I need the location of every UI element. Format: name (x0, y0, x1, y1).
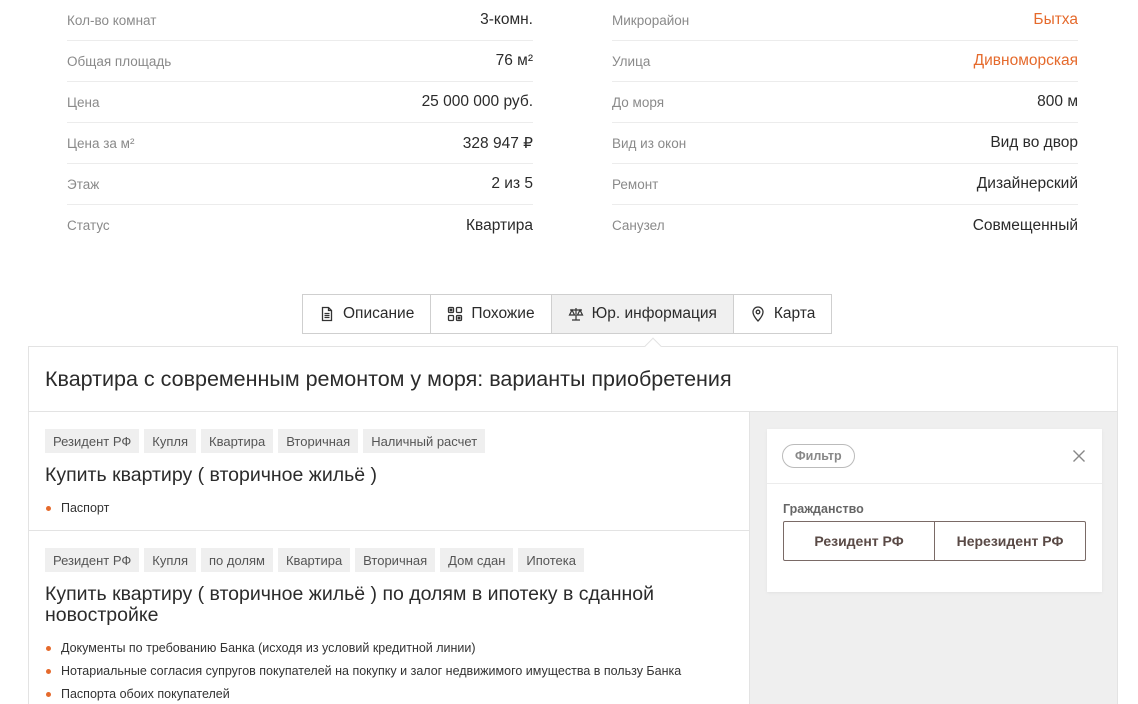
spec-label: Санузел (612, 218, 665, 233)
tag: Квартира (201, 429, 274, 453)
filter-header: Фильтр (767, 429, 1102, 484)
district-link[interactable]: Бытха (1033, 11, 1078, 29)
non-resident-button[interactable]: Нерезидент РФ (934, 522, 1085, 560)
offer-card: Резидент РФ Купля Квартира Вторичная Нал… (29, 412, 749, 531)
tab-label: Описание (343, 305, 415, 322)
document-item: Паспорт (45, 497, 733, 520)
specs-right-column: Микрорайон Бытха Улица Дивноморская До м… (612, 0, 1078, 246)
spec-value: Совмещенный (972, 216, 1078, 234)
spec-value: 800 м (1037, 93, 1078, 110)
resident-button[interactable]: Резидент РФ (784, 522, 934, 560)
tag: Купля (144, 429, 196, 453)
tab-label: Юр. информация (591, 305, 717, 322)
panel-title: Квартира с современным ремонтом у моря: … (29, 347, 1117, 412)
tag: Купля (144, 548, 196, 572)
tab-label: Похожие (471, 305, 535, 322)
spec-row-price: Цена 25 000 000 руб. (67, 82, 533, 123)
tab-legal-info[interactable]: Юр. информация (551, 295, 734, 333)
spec-row-window-view: Вид из окон Вид во двор (612, 123, 1078, 164)
spec-value: 2 из 5 (491, 175, 533, 192)
tag: Наличный расчет (363, 429, 486, 453)
spec-value: 25 000 000 руб. (421, 93, 533, 110)
spec-label: Этаж (67, 176, 100, 192)
document-icon (319, 306, 335, 322)
spec-label: Кол-во комнат (67, 12, 157, 28)
citizenship-toggle: Резидент РФ Нерезидент РФ (783, 521, 1086, 561)
property-specs: Кол-во комнат 3-комн. Общая площадь 76 м… (67, 0, 1078, 246)
close-icon[interactable] (1072, 449, 1086, 463)
scales-icon (568, 306, 584, 322)
spec-row-street: Улица Дивноморская (612, 41, 1078, 82)
tab-similar[interactable]: Похожие (431, 295, 552, 333)
spec-value: 76 м² (495, 52, 533, 69)
spec-row-area: Общая площадь 76 м² (67, 41, 533, 82)
tag: Дом сдан (440, 548, 514, 572)
spec-label: Улица (612, 53, 651, 69)
documents-list: Документы по требованию Банка (исходя из… (45, 637, 733, 704)
spec-row-to-sea: До моря 800 м (612, 82, 1078, 123)
tag: Вторичная (278, 429, 359, 453)
offer-title[interactable]: Купить квартиру ( вторичное жильё ) по д… (45, 584, 733, 626)
spec-value: 3-комн. (480, 11, 533, 28)
offer-tags: Резидент РФ Купля по долям Квартира Втор… (45, 548, 733, 572)
tag: Резидент РФ (45, 429, 140, 453)
offer-card: Резидент РФ Купля по долям Квартира Втор… (29, 531, 749, 704)
spec-label: Общая площадь (67, 53, 172, 69)
tab-description[interactable]: Описание (303, 295, 432, 333)
spec-value: Квартира (466, 216, 533, 234)
spec-row-renovation: Ремонт Дизайнерский (612, 164, 1078, 205)
tabs-bar: Описание Похожие Юр. информация Карта (302, 294, 833, 334)
legal-info-panel: Квартира с современным ремонтом у моря: … (28, 346, 1118, 704)
documents-list: Паспорт (45, 497, 733, 520)
filter-card: Фильтр Гражданство Резидент РФ Нерезиден… (767, 429, 1102, 592)
filter-sidebar: Фильтр Гражданство Резидент РФ Нерезиден… (749, 412, 1117, 704)
spec-value: Вид во двор (990, 134, 1078, 151)
spec-row-bathroom: Санузел Совмещенный (612, 205, 1078, 246)
document-item: Нотариальные согласия супругов покупател… (45, 660, 733, 683)
filter-pill: Фильтр (782, 444, 855, 468)
document-item: Паспорта обоих покупателей (45, 683, 733, 704)
tag: Вторичная (355, 548, 436, 572)
spec-label: До моря (612, 94, 665, 110)
specs-left-column: Кол-во комнат 3-комн. Общая площадь 76 м… (67, 0, 533, 246)
spec-label: Вид из окон (612, 135, 687, 151)
spec-label: Ремонт (612, 176, 659, 192)
offers-list: Резидент РФ Купля Квартира Вторичная Нал… (29, 412, 749, 704)
spec-label: Микрорайон (612, 12, 690, 28)
spec-row-floor: Этаж 2 из 5 (67, 164, 533, 205)
document-item: Документы по требованию Банка (исходя из… (45, 637, 733, 660)
offer-tags: Резидент РФ Купля Квартира Вторичная Нал… (45, 429, 733, 453)
spec-row-district: Микрорайон Бытха (612, 0, 1078, 41)
offer-title[interactable]: Купить квартиру ( вторичное жильё ) (45, 465, 733, 486)
spec-label: Цена (67, 94, 100, 110)
spec-label: Статус (67, 218, 110, 233)
spec-row-rooms: Кол-во комнат 3-комн. (67, 0, 533, 41)
street-link[interactable]: Дивноморская (974, 52, 1078, 70)
spec-row-price-per-m2: Цена за м² 328 947 ₽ (67, 123, 533, 164)
tag: Квартира (277, 548, 351, 572)
similar-icon (447, 306, 463, 322)
tag: Ипотека (518, 548, 584, 572)
filter-body: Гражданство Резидент РФ Нерезидент РФ (767, 484, 1102, 561)
spec-value: Дизайнерский (976, 175, 1078, 192)
spec-label: Цена за м² (67, 135, 135, 151)
tag: Резидент РФ (45, 548, 140, 572)
spec-value: 328 947 ₽ (462, 134, 533, 152)
tab-label: Карта (773, 305, 816, 322)
tag: по долям (201, 548, 273, 572)
spec-row-status: Статус Квартира (67, 205, 533, 246)
citizenship-label: Гражданство (783, 502, 864, 516)
tab-map[interactable]: Карта (734, 295, 831, 333)
map-pin-icon (750, 306, 766, 322)
